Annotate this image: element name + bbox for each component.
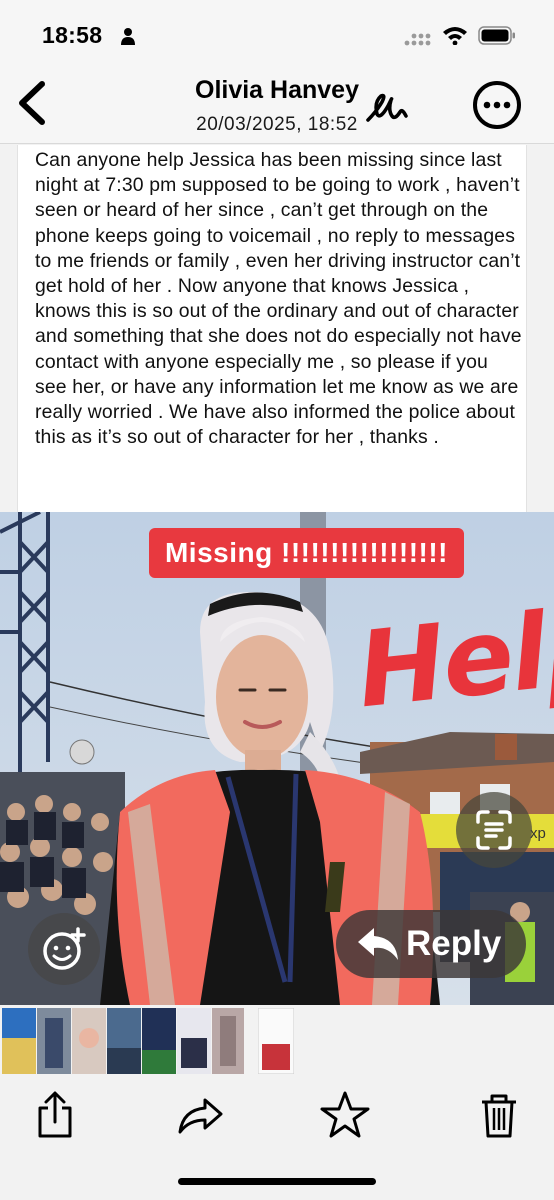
- wifi-icon: [443, 27, 467, 45]
- trash-icon[interactable]: [474, 1090, 524, 1140]
- signal-icon: [404, 33, 431, 46]
- attachment-thumbnail[interactable]: [2, 1008, 36, 1074]
- markup-pen-icon[interactable]: [364, 86, 410, 126]
- attachment-thumbnail[interactable]: [37, 1008, 71, 1074]
- reply-button[interactable]: Reply: [336, 910, 526, 978]
- live-text-scan-button[interactable]: [456, 792, 532, 868]
- live-text-scan-icon: [476, 810, 512, 850]
- react-button[interactable]: [28, 913, 100, 985]
- share-icon[interactable]: [30, 1090, 80, 1140]
- sent-date: 20/03/2025, 18:52: [196, 114, 358, 135]
- attachment-thumbnail[interactable]: [212, 1008, 244, 1074]
- attachment-thumbnail-selected[interactable]: [258, 1008, 294, 1074]
- star-icon[interactable]: [320, 1090, 370, 1140]
- message-body[interactable]: Can anyone help Jessica has been missing…: [35, 148, 523, 450]
- smiley-plus-icon: [43, 927, 86, 970]
- reply-arrow-icon: [358, 928, 398, 960]
- forward-icon[interactable]: [175, 1090, 225, 1140]
- attachment-thumbnail[interactable]: [142, 1008, 176, 1074]
- battery-icon: [478, 26, 515, 45]
- status-bar: 18:58: [0, 0, 554, 64]
- attachment-thumbnail[interactable]: [177, 1008, 211, 1074]
- reply-label: Reply: [406, 924, 502, 963]
- status-time: 18:58: [42, 22, 103, 48]
- building-sign-text: xp: [530, 825, 546, 842]
- attachment-thumbnail[interactable]: [72, 1008, 106, 1074]
- home-indicator[interactable]: [178, 1178, 376, 1185]
- message-content: Can anyone help Jessica has been missing…: [17, 145, 527, 512]
- mail-header: Olivia Hanvey 20/03/2025, 18:52: [0, 64, 554, 144]
- more-icon[interactable]: [472, 80, 522, 130]
- person-icon: [121, 28, 135, 45]
- attachment-thumbnail[interactable]: [107, 1008, 141, 1074]
- sender-name[interactable]: Olivia Hanvey: [0, 76, 554, 105]
- missing-banner: Missing !!!!!!!!!!!!!!!!!: [149, 528, 464, 578]
- attachment-thumbnail-strip: [0, 1006, 554, 1078]
